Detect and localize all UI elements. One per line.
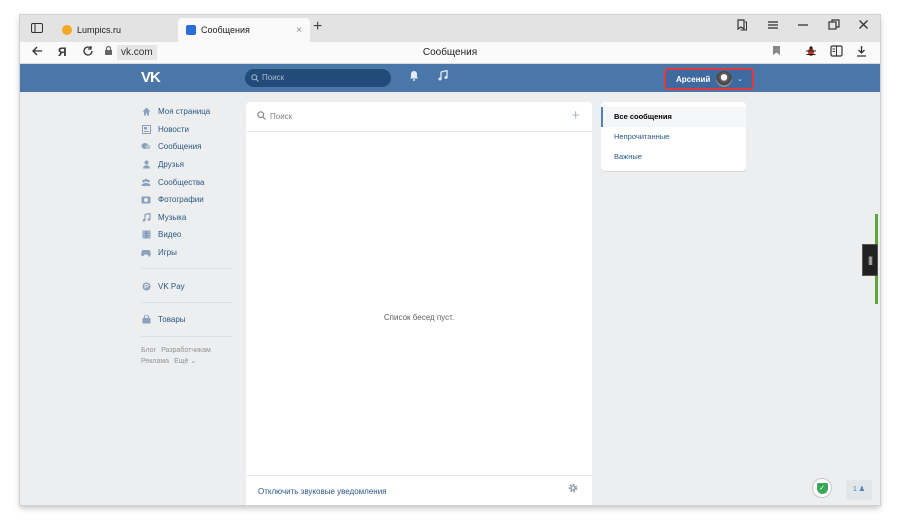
menu-item-goods[interactable]: Товары — [141, 311, 237, 329]
bookmark-icon[interactable] — [772, 45, 781, 59]
tab-label: Сообщения — [201, 25, 250, 35]
browser-window: Lumpics.ru Сообщения × + Я vk.com Сообще… — [20, 15, 880, 505]
friends-icon — [141, 160, 151, 170]
online-counter-button[interactable]: 1 ♟ — [846, 480, 872, 500]
address-bar: Я vk.com Сообщения — [20, 42, 880, 64]
vk-header: VK Поиск Арсений ⌄ — [20, 64, 880, 92]
menu-item-label: Музыка — [158, 212, 187, 222]
photos-icon — [141, 195, 151, 205]
filter-unread[interactable]: Непрочитанные — [601, 127, 746, 147]
menu-item-video[interactable]: Видео — [141, 226, 237, 244]
news-icon — [141, 124, 151, 134]
menu-item-music[interactable]: Музыка — [141, 209, 237, 227]
menu-divider — [141, 301, 233, 303]
search-icon — [251, 69, 259, 89]
menu-item-label: Друзья — [158, 160, 184, 170]
conversations-panel: Поиск + Список бесед пуст. Отключить зву… — [246, 102, 592, 505]
reader-icon[interactable] — [830, 45, 843, 60]
filter-all-messages[interactable]: Все сообщения — [601, 107, 746, 127]
menu-item-label: Видео — [158, 230, 182, 240]
conversations-footer: Отключить звуковые уведомления — [246, 475, 592, 505]
menu-item-vk-pay[interactable]: VK Pay — [141, 277, 237, 295]
menu-item-news[interactable]: Новости — [141, 121, 237, 139]
home-icon — [141, 107, 151, 117]
user-menu-button[interactable]: Арсений ⌄ — [664, 68, 754, 90]
header-search-input[interactable]: Поиск — [245, 69, 391, 87]
footer-link-blog[interactable]: Блог — [141, 347, 156, 354]
menu-item-label: Моя страница — [158, 107, 211, 117]
menu-item-messages[interactable]: Сообщения — [141, 138, 237, 156]
menu-item-friends[interactable]: Друзья — [141, 156, 237, 174]
minimize-icon[interactable] — [797, 19, 809, 33]
side-panel-handle[interactable]: ||| — [862, 244, 878, 276]
search-placeholder: Поиск — [262, 73, 285, 82]
vk-messages-favicon-icon — [186, 25, 196, 35]
page-title: Сообщения — [422, 47, 478, 58]
left-menu: Моя страница Новости Сообщения Друзья Со… — [141, 103, 237, 367]
music-icon — [141, 212, 151, 222]
tab-messages[interactable]: Сообщения × — [178, 18, 310, 42]
sidebar-icon[interactable] — [28, 19, 46, 37]
message-filter-panel: Все сообщения Непрочитанные Важные — [601, 102, 746, 171]
shield-check-icon: ✓ — [816, 482, 828, 494]
music-note-icon[interactable] — [438, 69, 448, 84]
search-icon — [257, 111, 266, 122]
restore-icon[interactable] — [828, 19, 840, 33]
games-icon — [141, 248, 151, 258]
menu-divider — [141, 268, 233, 270]
footer-link-ads[interactable]: Реклама — [141, 358, 169, 365]
footer-links: Блог Разработчикам Реклама Ещё ⌄ — [141, 345, 237, 367]
hamburger-menu-icon[interactable] — [767, 19, 779, 33]
menu-item-communities[interactable]: Сообщества — [141, 173, 237, 191]
new-conversation-button[interactable]: + — [571, 107, 580, 124]
chevron-down-icon: ⌄ — [737, 76, 744, 83]
menu-item-label: Новости — [158, 124, 189, 134]
footer-link-developers[interactable]: Разработчикам — [161, 347, 211, 354]
menu-item-label: Товары — [158, 315, 186, 325]
menu-item-label: Сообщества — [158, 177, 205, 187]
new-tab-button[interactable]: + — [313, 18, 322, 36]
communities-icon — [141, 177, 151, 187]
tab-lumpics[interactable]: Lumpics.ru — [54, 18, 182, 42]
footer-link-more[interactable]: Ещё ⌄ — [174, 358, 196, 365]
menu-item-games[interactable]: Игры — [141, 244, 237, 262]
user-name: Арсений — [676, 74, 711, 84]
vkpay-icon — [141, 281, 151, 291]
menu-item-label: Игры — [158, 248, 177, 258]
collections-icon[interactable] — [736, 19, 748, 34]
menu-item-label: Сообщения — [158, 142, 202, 152]
vk-logo[interactable]: VK — [141, 69, 161, 86]
menu-item-my-page[interactable]: Моя страница — [141, 103, 237, 121]
goods-icon — [141, 315, 151, 325]
tab-close-icon[interactable]: × — [296, 25, 302, 36]
video-icon — [141, 230, 151, 240]
conversations-search-input[interactable]: Поиск + — [246, 102, 592, 132]
bug-extension-icon[interactable] — [805, 45, 817, 60]
lumpics-favicon-icon — [62, 25, 72, 35]
menu-item-photos[interactable]: Фотографии — [141, 191, 237, 209]
tab-label: Lumpics.ru — [77, 25, 122, 35]
menu-divider — [141, 335, 233, 337]
empty-conversations-text: Список бесед пуст. — [383, 313, 455, 322]
download-icon[interactable] — [856, 45, 867, 60]
bell-icon[interactable] — [409, 70, 419, 84]
tab-strip: Lumpics.ru Сообщения × + — [20, 15, 880, 42]
search-placeholder: Поиск — [270, 112, 293, 121]
filter-important[interactable]: Важные — [601, 147, 746, 167]
messages-icon — [141, 142, 151, 152]
avatar — [716, 71, 733, 87]
mute-sounds-link[interactable]: Отключить звуковые уведомления — [258, 487, 387, 496]
protect-shield-button[interactable]: ✓ — [812, 478, 832, 498]
menu-item-label: VK Pay — [158, 281, 185, 291]
close-icon[interactable] — [858, 19, 869, 33]
gear-icon[interactable] — [567, 482, 579, 497]
menu-item-label: Фотографии — [158, 195, 204, 205]
